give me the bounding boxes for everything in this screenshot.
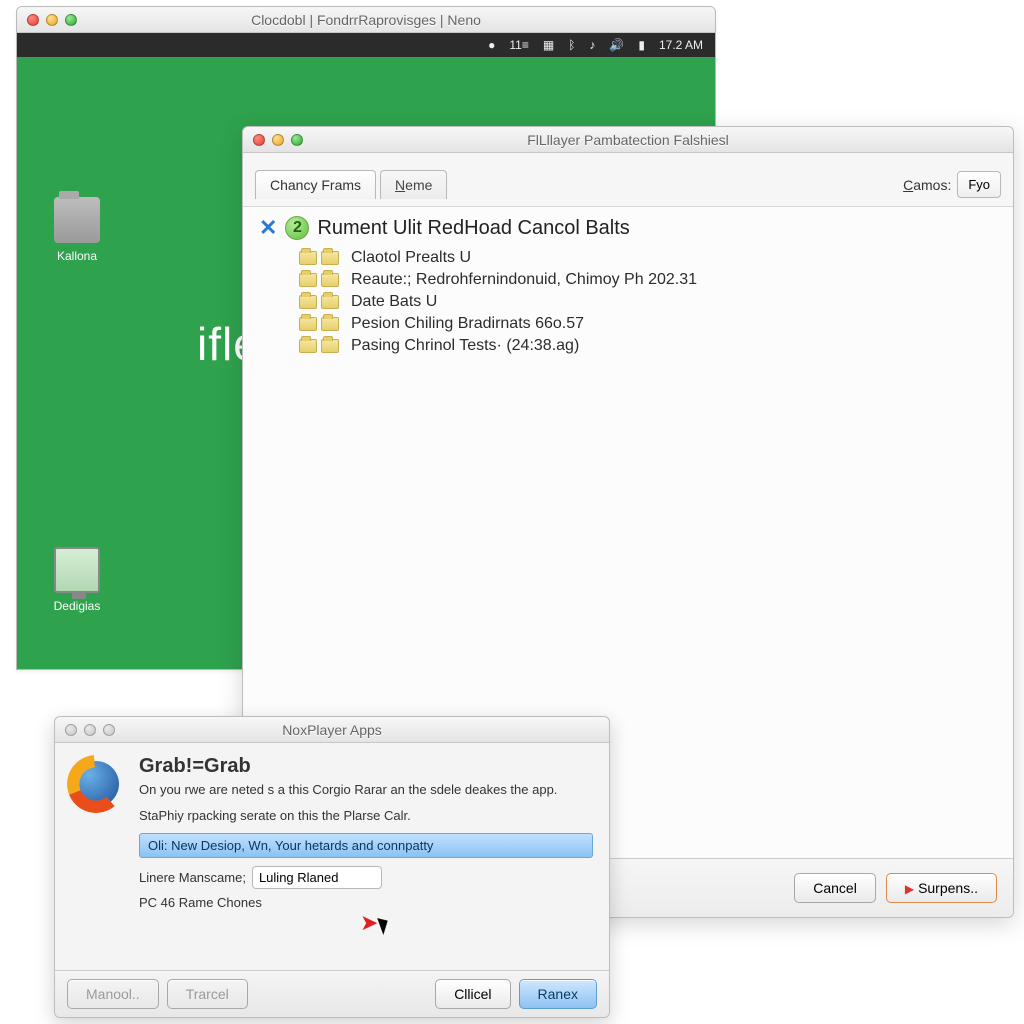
indicator-dot: ● [488, 38, 495, 52]
arrow-right-icon: ▶ [905, 882, 914, 896]
cllicel-button[interactable]: Cllicel [435, 979, 510, 1009]
file-list: Claotol Prealts U Reaute:; Redrohfernind… [243, 245, 1013, 357]
field-row: Linere Manscame; [139, 866, 593, 889]
indicator-battery-icon[interactable]: ▮ [638, 38, 645, 52]
x-icon[interactable]: ✕ [259, 215, 277, 241]
fyo-button[interactable]: Fyo [957, 171, 1001, 198]
tab-chancy-frams[interactable]: Chancy Frams [255, 170, 376, 199]
monitor-icon [54, 547, 100, 593]
indicator-label: 11≡ [509, 38, 528, 52]
folder-icon [321, 295, 339, 309]
heading-text: Rument Ulit RedHoad Cancol Balts [317, 217, 629, 240]
manool-button[interactable]: Manool.. [67, 979, 159, 1009]
list-item[interactable]: Date Bats U [299, 291, 995, 313]
list-item[interactable]: Claotol Prealts U [299, 247, 995, 269]
top-menubar: ● 11≡ ▦ ᛒ ♪ 🔊 ▮ 17.2 AM [17, 33, 715, 57]
folder-icon [299, 273, 317, 287]
desktop-icon-label: Kallona [41, 249, 113, 263]
file-dialog-titlebar[interactable]: FlLllayer Pambatection Falshiesl [243, 127, 1013, 153]
file-dialog-toolbar: Chancy Frams Neme Camos: Fyo [243, 153, 1013, 207]
folder-icon [321, 251, 339, 265]
window-title: Clocdobl | FondrrRaprovisges | Neno [17, 12, 715, 28]
indicator-clock: 17.2 AM [659, 38, 703, 52]
nox-footnote: PC 46 Rame Chones [139, 895, 593, 911]
indicator-volume-icon[interactable]: 🔊 [609, 38, 624, 52]
selected-option[interactable]: Oli: New Desiop, Wn, Your hetards and co… [139, 833, 593, 858]
nox-footer: Manool.. Trarcel Cllicel Ranex [55, 970, 609, 1017]
desktop-icon-dedigias[interactable]: Dedigias [41, 547, 113, 613]
nox-titlebar[interactable]: NoxPlayer Apps [55, 717, 609, 743]
folder-icon [299, 251, 317, 265]
nox-title: NoxPlayer Apps [55, 722, 609, 738]
cancel-button[interactable]: Cancel [794, 873, 876, 903]
field-label: Linere Manscame; [139, 870, 246, 885]
confirm-button[interactable]: ▶Surpens.. [886, 873, 997, 903]
list-item[interactable]: Pesion Chiling Bradirnats 66o.57 [299, 313, 995, 335]
desktop-icon-label: Dedigias [41, 599, 113, 613]
desktop-icon-kallona[interactable]: Kallona [41, 197, 113, 263]
nox-body: Grab!=Grab On you rwe are neted s a this… [55, 743, 609, 919]
folder-icon [299, 317, 317, 331]
camos-label: Camos: [903, 177, 951, 193]
nox-paragraph: StaPhiy rpacking serate on this the Plar… [139, 808, 593, 824]
tab-neme[interactable]: Neme [380, 170, 447, 199]
annotation-arrow-icon: ➤ [360, 910, 378, 936]
list-item[interactable]: Pasing Chrinol Tests· (24:38.ag) [299, 335, 995, 357]
folder-icon [299, 339, 317, 353]
nox-heading: Grab!=Grab [139, 755, 593, 778]
folder-icon [299, 295, 317, 309]
folder-icon [321, 317, 339, 331]
folder-icon [321, 339, 339, 353]
nox-paragraph: On you rwe are neted s a this Corgio Rar… [139, 782, 593, 798]
file-dialog-title: FlLllayer Pambatection Falshiesl [243, 132, 1013, 148]
content-heading: ✕ 2 Rument Ulit RedHoad Cancol Balts [243, 207, 1013, 245]
indicator-bluetooth-icon[interactable]: ᛒ [568, 38, 575, 52]
folder-icon [54, 197, 100, 243]
folder-icon [321, 273, 339, 287]
indicator-grid-icon[interactable]: ▦ [543, 38, 554, 52]
list-item[interactable]: Reaute:; Redrohfernindonuid, Chimoy Ph 2… [299, 269, 995, 291]
count-badge: 2 [285, 216, 309, 240]
name-input[interactable] [252, 866, 382, 889]
ranex-button[interactable]: Ranex [519, 979, 597, 1009]
nox-dialog: NoxPlayer Apps Grab!=Grab On you rwe are… [54, 716, 610, 1018]
indicator-note-icon[interactable]: ♪ [589, 38, 595, 52]
firefox-icon [67, 755, 125, 813]
desktop-titlebar[interactable]: Clocdobl | FondrrRaprovisges | Neno [17, 7, 715, 33]
trarcel-button[interactable]: Trarcel [167, 979, 248, 1009]
